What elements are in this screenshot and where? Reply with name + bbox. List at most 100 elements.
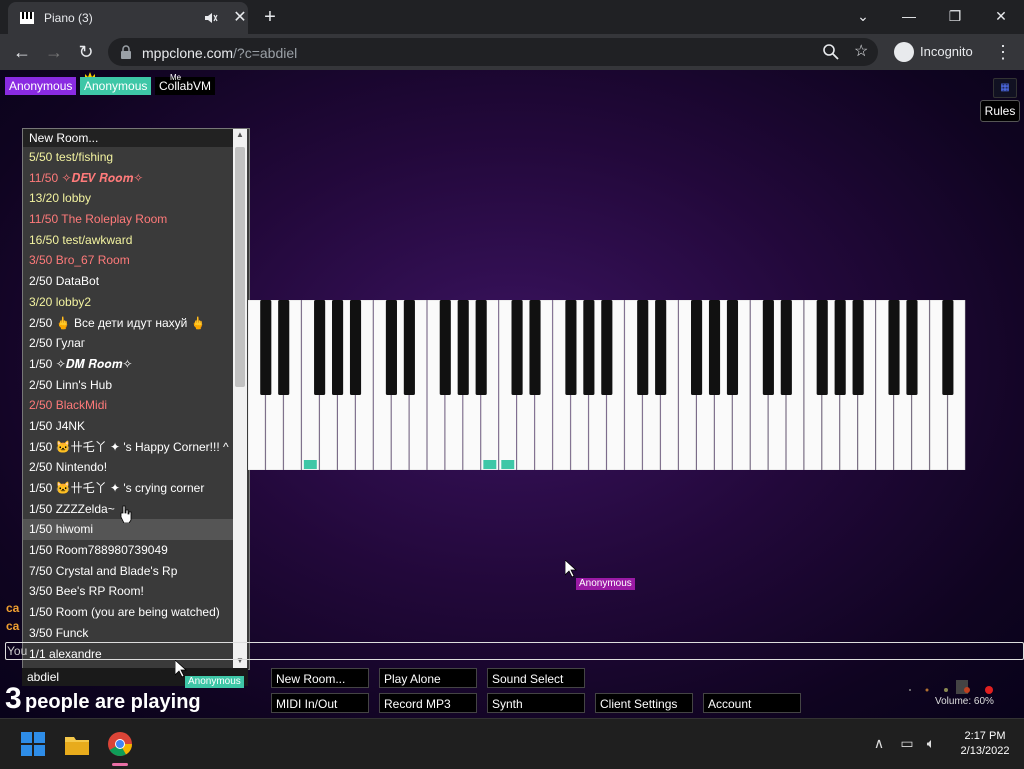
room-list-item[interactable]: 5/50 test/fishing <box>23 147 233 168</box>
bookmark-star-icon[interactable]: ☆ <box>854 41 872 60</box>
black-key[interactable] <box>278 300 290 395</box>
room-list-item[interactable]: 1/50 🐱卄乇丫 ✦ 's Happy Corner!!! ^ <box>23 437 233 458</box>
display-icon[interactable]: ▭ <box>898 735 916 753</box>
room-list-item[interactable]: 3/50 Bro_67 Room <box>23 250 233 271</box>
client-settings-button[interactable]: Client Settings <box>595 693 693 713</box>
system-clock[interactable]: 2:17 PM 2/13/2022 <box>950 729 1020 759</box>
play-alone-button[interactable]: Play Alone <box>379 668 477 688</box>
black-key[interactable] <box>708 300 721 395</box>
new-room-option[interactable]: New Room... <box>23 129 233 147</box>
players-count: 3 people are playing <box>5 682 201 715</box>
forward-icon[interactable]: → <box>42 40 66 64</box>
back-icon[interactable]: ← <box>10 40 34 64</box>
black-key[interactable] <box>655 300 667 395</box>
volume-label: Volume: 60% <box>935 696 994 707</box>
black-key[interactable] <box>260 300 272 395</box>
room-list-item[interactable]: 2/50 Гулаг <box>23 333 233 354</box>
windows-start-icon[interactable] <box>20 731 46 757</box>
room-list-item[interactable]: 2/50 DataBot <box>23 271 233 292</box>
chat-message: ca <box>6 601 20 615</box>
reload-icon[interactable]: ↻ <box>74 40 98 64</box>
new-tab-icon[interactable]: + <box>258 5 282 29</box>
room-list-scrollbar[interactable]: ▲ ▼ <box>233 129 247 669</box>
black-key[interactable] <box>942 300 954 395</box>
black-key[interactable] <box>601 300 613 395</box>
user-tag[interactable]: Anonymous <box>5 77 77 95</box>
black-key[interactable] <box>834 300 846 395</box>
black-key[interactable] <box>906 300 918 395</box>
address-bar[interactable]: mppclone.com/?c=abdiel ☆ <box>108 38 878 66</box>
room-list-item[interactable]: 2/50 BlackMidi <box>23 395 233 416</box>
file-explorer-icon[interactable] <box>64 731 90 757</box>
black-key[interactable] <box>816 300 828 395</box>
incognito-icon <box>894 42 914 62</box>
midi-in-out-button[interactable]: MIDI In/Out <box>271 693 369 713</box>
room-list-item[interactable]: 7/50 Crystal and Blade's Rp <box>23 561 233 582</box>
room-list-item[interactable]: 3/20 lobby2 <box>23 292 233 313</box>
room-list-item[interactable]: 3/50 Funck <box>23 623 233 644</box>
black-key[interactable] <box>529 300 541 395</box>
browser-tab[interactable]: Piano (3) ✕ <box>8 2 248 34</box>
black-key[interactable] <box>762 300 774 395</box>
room-list-item[interactable]: 2/50 Linn's Hub <box>23 375 233 396</box>
settings-mini-icon[interactable]: ▦ <box>993 78 1017 98</box>
room-list-item[interactable]: 11/50 The Roleplay Room <box>23 209 233 230</box>
volume-knob-icon[interactable] <box>905 676 997 696</box>
tab-title: Piano (3) <box>44 11 93 25</box>
room-list-item[interactable]: 1/50 🐱卄乇丫 ✦ 's crying corner <box>23 478 233 499</box>
black-key[interactable] <box>385 300 397 395</box>
room-list-item[interactable]: 1/50 J4NK <box>23 416 233 437</box>
new-room-button[interactable]: New Room... <box>271 668 369 688</box>
room-list-item[interactable]: 3/50 Bee's RP Room! <box>23 581 233 602</box>
black-key[interactable] <box>403 300 415 395</box>
black-key[interactable] <box>583 300 595 395</box>
tab-search-icon[interactable]: ⌄ <box>848 4 878 28</box>
chrome-icon[interactable] <box>107 731 133 757</box>
black-key[interactable] <box>457 300 469 395</box>
room-list-dropdown[interactable]: New Room... 5/50 test/fishing 11/50 ✧𝑫𝑬𝑽 … <box>22 128 250 670</box>
room-list-item[interactable]: 2/50 🖕 Все дети идут нахуй 🖕 <box>23 313 233 334</box>
piano-keyboard[interactable] <box>248 300 966 470</box>
taskbar: ∧ ▭ 🔈︎ 2:17 PM 2/13/2022 <box>0 718 1024 769</box>
close-tab-icon[interactable]: ✕ <box>230 8 250 28</box>
chat-input[interactable]: You <box>5 642 1024 660</box>
minimize-icon[interactable]: — <box>894 4 924 28</box>
browser-toolbar: ← → ↻ mppclone.com/?c=abdiel ☆ Incognito… <box>0 34 1024 71</box>
synth-button[interactable]: Synth <box>487 693 585 713</box>
black-key[interactable] <box>475 300 487 395</box>
black-key[interactable] <box>565 300 577 395</box>
close-window-icon[interactable]: ✕ <box>986 4 1016 28</box>
black-key[interactable] <box>637 300 649 395</box>
user-tag[interactable]: CollabVM <box>155 77 216 95</box>
black-key[interactable] <box>780 300 792 395</box>
room-list-item[interactable]: 11/50 ✧𝑫𝑬𝑽 𝑹𝒐𝒐𝒎✧ <box>23 168 233 189</box>
room-list-item[interactable]: 16/50 test/awkward <box>23 230 233 251</box>
restore-icon[interactable]: ❐ <box>940 4 970 28</box>
room-list-item[interactable]: 1/50 Room (you are being watched) <box>23 602 233 623</box>
black-key[interactable] <box>439 300 451 395</box>
room-list-item[interactable]: 13/20 lobby <box>23 188 233 209</box>
account-button[interactable]: Account <box>703 693 801 713</box>
rules-button[interactable]: Rules <box>980 100 1020 122</box>
black-key[interactable] <box>691 300 703 395</box>
tray-overflow-icon[interactable]: ∧ <box>870 735 888 753</box>
sound-select-button[interactable]: Sound Select <box>487 668 585 688</box>
record-mp3-button[interactable]: Record MP3 <box>379 693 477 713</box>
room-list-item[interactable]: 1/50 Room788980739049 <box>23 540 233 561</box>
zoom-icon[interactable] <box>822 43 840 61</box>
black-key[interactable] <box>852 300 864 395</box>
user-tag[interactable]: Anonymous <box>80 77 152 95</box>
black-key[interactable] <box>349 300 362 395</box>
scrollbar-thumb[interactable] <box>235 147 245 387</box>
black-key[interactable] <box>332 300 344 395</box>
black-key[interactable] <box>511 300 523 395</box>
scroll-up-icon[interactable]: ▲ <box>233 129 247 141</box>
browser-menu-icon[interactable]: ⋮ <box>994 40 1012 64</box>
room-list-item[interactable]: 1/50 ✧𝑫𝑴 𝑹𝒐𝒐𝒎✧ <box>23 354 233 375</box>
volume-icon[interactable]: 🔈︎ <box>922 735 940 753</box>
speaker-icon[interactable] <box>204 11 218 25</box>
room-list-item[interactable]: 2/50 Nintendo! <box>23 457 233 478</box>
black-key[interactable] <box>314 300 326 395</box>
black-key[interactable] <box>726 300 739 395</box>
black-key[interactable] <box>888 300 900 395</box>
